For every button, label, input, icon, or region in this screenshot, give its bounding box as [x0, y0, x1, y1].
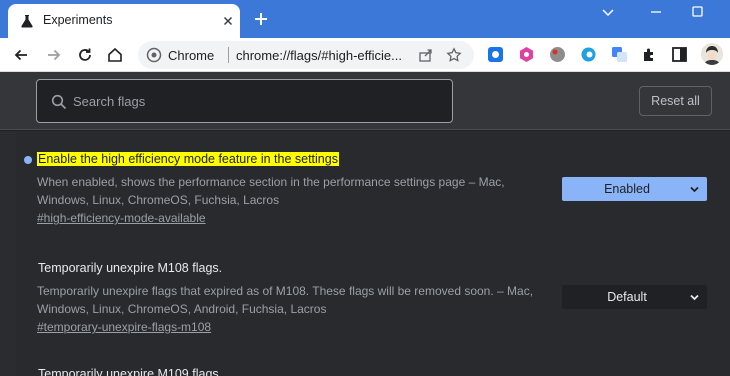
flag-state-value: Enabled — [604, 182, 650, 196]
close-icon[interactable] — [220, 13, 236, 29]
edge-extension-icon[interactable] — [580, 46, 597, 63]
chevron-down-icon[interactable] — [594, 2, 622, 22]
circle-extension-icon[interactable] — [549, 46, 566, 63]
maximize-icon[interactable] — [684, 2, 712, 22]
tab-experiments[interactable]: Experiments — [8, 4, 240, 38]
flag-state-value: Default — [607, 290, 647, 304]
flag-permalink[interactable]: #high-efficiency-mode-available — [37, 211, 206, 225]
screen-capture-extension-icon[interactable] — [487, 46, 504, 63]
new-tab-icon[interactable] — [252, 10, 270, 28]
address-bar[interactable]: Chrome chrome://flags/#high-efficie... — [138, 41, 474, 69]
modified-indicator-icon — [24, 156, 32, 164]
flag-permalink[interactable]: #temporary-unexpire-flags-m108 — [37, 320, 211, 334]
home-icon[interactable] — [106, 46, 124, 64]
tab-strip: Experiments — [0, 0, 730, 38]
puzzle-extensions-icon[interactable] — [641, 46, 658, 63]
chevron-down-icon — [690, 186, 699, 193]
profile-avatar[interactable] — [701, 43, 723, 65]
profile-avatar-icon — [701, 43, 723, 65]
reset-all-button[interactable]: Reset all — [639, 86, 712, 116]
browser-toolbar: Chrome chrome://flags/#high-efficie... — [0, 38, 730, 72]
tab-title: Experiments — [43, 13, 113, 27]
flags-header: Reset all — [0, 72, 730, 130]
flag-entry-high-efficiency: Enable the high efficiency mode feature … — [16, 152, 730, 252]
address-separator — [228, 47, 229, 63]
search-box[interactable] — [36, 79, 453, 123]
hexagon-extension-icon[interactable] — [518, 46, 535, 63]
address-url[interactable]: chrome://flags/#high-efficie... — [236, 48, 402, 63]
flag-title: Temporarily unexpire M108 flags. — [38, 261, 223, 275]
forward-arrow-icon[interactable] — [45, 46, 63, 64]
translate-extension-icon[interactable] — [611, 46, 628, 63]
address-origin: Chrome — [168, 48, 215, 63]
search-input[interactable] — [73, 86, 443, 116]
flag-entry-unexpire-m108: Temporarily unexpire M108 flags. Tempora… — [16, 261, 730, 361]
left-gutter — [0, 131, 16, 376]
flag-entry-unexpire-m109: Temporarily unexpire M109 flags. — [16, 367, 730, 376]
bookmark-star-icon[interactable] — [446, 47, 462, 63]
chrome-icon — [146, 47, 162, 63]
reload-icon[interactable] — [76, 46, 94, 64]
flask-icon — [21, 15, 33, 28]
flag-title: Temporarily unexpire M109 flags. — [38, 367, 223, 376]
flags-list: Enable the high efficiency mode feature … — [16, 131, 730, 376]
flag-description: When enabled, shows the performance sect… — [37, 175, 505, 207]
minimize-icon[interactable] — [642, 2, 670, 22]
share-icon[interactable] — [418, 47, 434, 63]
flag-description: Temporarily unexpire flags that expired … — [37, 284, 534, 316]
back-arrow-icon[interactable] — [12, 46, 30, 64]
chevron-down-icon — [690, 294, 699, 301]
side-panel-icon[interactable] — [671, 46, 688, 63]
search-icon — [51, 94, 67, 110]
flag-state-select[interactable]: Default — [562, 285, 707, 309]
flag-title: Enable the high efficiency mode feature … — [37, 152, 339, 166]
flag-state-select[interactable]: Enabled — [562, 177, 707, 201]
